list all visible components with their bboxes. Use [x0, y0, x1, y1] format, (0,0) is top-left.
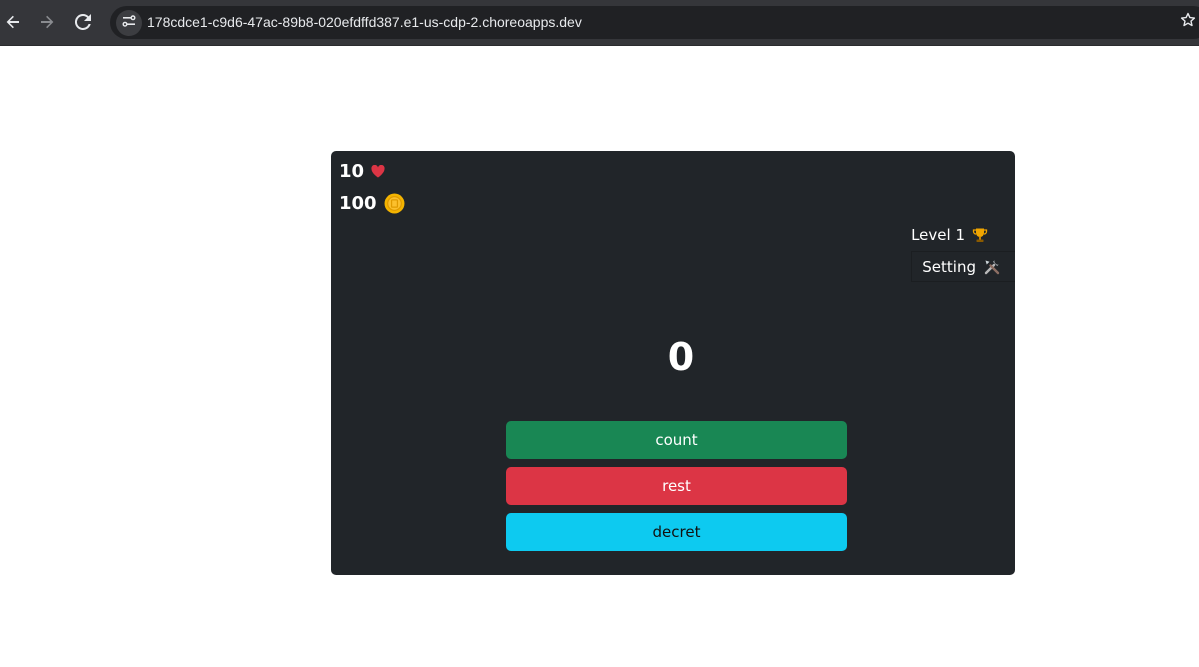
decret-button[interactable]: decret [506, 513, 847, 551]
game-card: 10 100 Level 1 Setting 0 count rest decr… [331, 151, 1015, 575]
tools-icon [983, 258, 1001, 276]
coins-display: 100 [339, 193, 405, 214]
setting-button[interactable]: Setting [911, 251, 1015, 282]
star-icon [1180, 12, 1196, 33]
browser-toolbar: 178cdce1-c9d6-47ac-89b8-020efdffd387.e1-… [0, 0, 1199, 46]
rest-button[interactable]: rest [506, 467, 847, 505]
count-button[interactable]: count [506, 421, 847, 459]
reload-button[interactable] [70, 9, 96, 35]
coins-value: 100 [339, 193, 377, 214]
lives-value: 10 [339, 161, 365, 182]
bookmark-button[interactable] [1176, 10, 1199, 34]
setting-label: Setting [922, 257, 976, 276]
level-display: Level 1 [911, 226, 988, 244]
back-button[interactable] [0, 9, 26, 35]
reload-icon [75, 14, 91, 30]
tune-icon [122, 14, 136, 33]
url-text[interactable]: 178cdce1-c9d6-47ac-89b8-020efdffd387.e1-… [147, 14, 582, 30]
arrow-right-icon [39, 14, 55, 30]
heart-icon [371, 165, 385, 178]
coin-icon [384, 193, 405, 214]
lives-display: 10 [339, 161, 385, 182]
trophy-icon [972, 227, 988, 243]
site-info-button[interactable] [116, 10, 142, 36]
level-label: Level 1 [911, 226, 965, 244]
address-bar[interactable]: 178cdce1-c9d6-47ac-89b8-020efdffd387.e1-… [110, 6, 1199, 39]
counter-value: 0 [667, 335, 695, 379]
arrow-left-icon [5, 14, 21, 30]
forward-button[interactable] [34, 9, 60, 35]
